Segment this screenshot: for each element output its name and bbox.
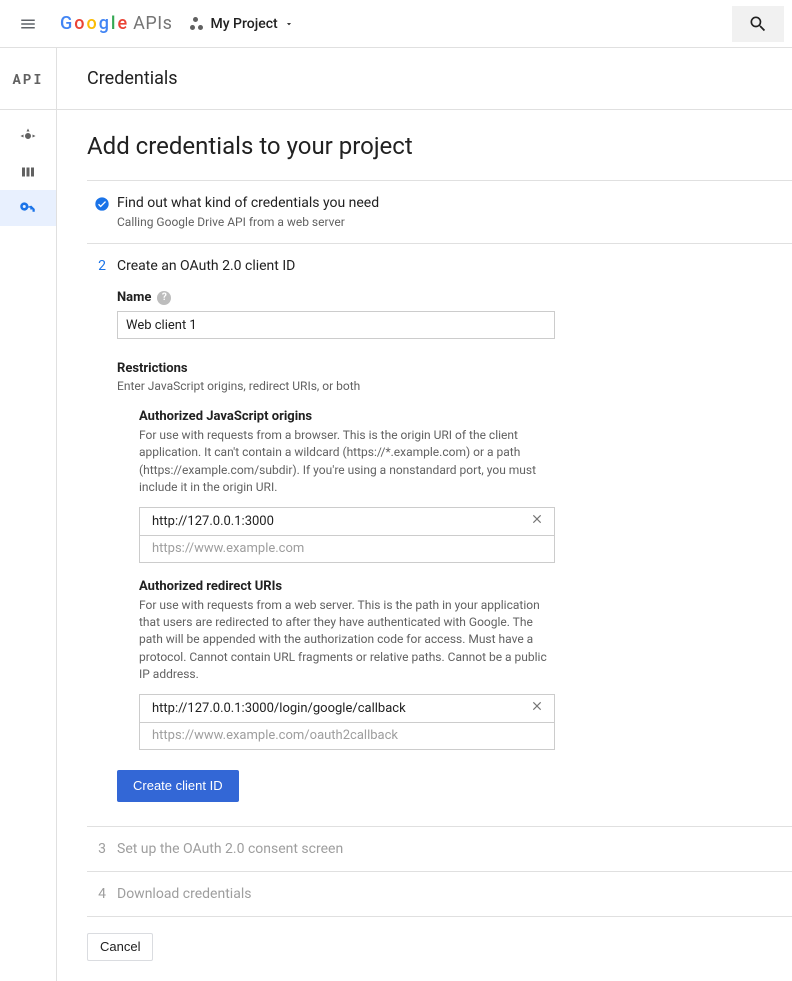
js-origin-value: http://127.0.0.1:3000 xyxy=(152,514,526,529)
name-label: Name ? xyxy=(117,290,772,305)
sidebar-item-dashboard[interactable] xyxy=(0,118,56,154)
step-4-title: Download credentials xyxy=(117,886,251,902)
step-2: 2 Create an OAuth 2.0 client ID Name ? R… xyxy=(87,244,792,826)
step-2-title: Create an OAuth 2.0 client ID xyxy=(117,258,772,274)
project-icon xyxy=(190,17,204,31)
restrictions-sub: Enter JavaScript origins, redirect URIs,… xyxy=(117,379,772,393)
check-circle-icon xyxy=(94,196,110,212)
project-name: My Project xyxy=(210,16,277,32)
create-client-id-button[interactable]: Create client ID xyxy=(117,770,239,802)
project-selector[interactable]: My Project xyxy=(190,16,293,32)
step-1-sub: Calling Google Drive API from a web serv… xyxy=(117,215,772,229)
step-2-num: 2 xyxy=(87,258,117,274)
step-4-num: 4 xyxy=(87,886,117,902)
step-1-check xyxy=(87,195,117,212)
dashboard-icon xyxy=(19,127,37,145)
remove-js-origin-button[interactable] xyxy=(526,508,548,534)
redirect-uri-row: http://127.0.0.1:3000/login/google/callb… xyxy=(139,694,555,722)
library-icon xyxy=(19,163,37,181)
close-icon xyxy=(530,512,544,526)
js-origins-desc: For use with requests from a browser. Th… xyxy=(139,427,559,497)
js-origins-title: Authorized JavaScript origins xyxy=(139,409,772,424)
search-icon xyxy=(748,14,768,34)
step-3-title: Set up the OAuth 2.0 consent screen xyxy=(117,841,343,857)
key-icon xyxy=(19,199,37,217)
topbar: Google APIs My Project xyxy=(0,0,792,48)
redirect-uris-title: Authorized redirect URIs xyxy=(139,579,772,594)
hamburger-icon xyxy=(19,15,37,33)
page-title: Add credentials to your project xyxy=(87,132,792,160)
search-button[interactable] xyxy=(732,6,784,42)
step-3[interactable]: 3 Set up the OAuth 2.0 consent screen xyxy=(87,827,792,872)
step-3-num: 3 xyxy=(87,841,117,857)
sidebar: API xyxy=(0,48,57,981)
step-1-title: Find out what kind of credentials you ne… xyxy=(117,195,772,211)
help-icon[interactable]: ? xyxy=(157,291,171,305)
redirect-uri-value: http://127.0.0.1:3000/login/google/callb… xyxy=(152,701,526,716)
redirect-uris-section: Authorized redirect URIs For use with re… xyxy=(117,579,772,750)
remove-redirect-uri-button[interactable] xyxy=(526,695,548,721)
chevron-down-icon xyxy=(284,19,294,29)
main-content: Credentials Add credentials to your proj… xyxy=(57,48,792,981)
js-origins-section: Authorized JavaScript origins For use wi… xyxy=(117,409,772,563)
close-icon xyxy=(530,699,544,713)
js-origin-input[interactable] xyxy=(139,535,555,563)
sidebar-item-credentials[interactable] xyxy=(0,190,56,226)
restrictions-title: Restrictions xyxy=(117,361,772,376)
redirect-uris-desc: For use with requests from a web server.… xyxy=(139,597,559,684)
cancel-button[interactable]: Cancel xyxy=(87,933,153,961)
hamburger-menu-button[interactable] xyxy=(8,4,48,44)
redirect-uri-input[interactable] xyxy=(139,722,555,750)
sidebar-item-library[interactable] xyxy=(0,154,56,190)
js-origin-row: http://127.0.0.1:3000 xyxy=(139,507,555,535)
google-apis-logo[interactable]: Google APIs xyxy=(60,13,172,34)
sidebar-brand[interactable]: API xyxy=(0,48,56,110)
page-header: Credentials xyxy=(57,48,792,110)
step-1: Find out what kind of credentials you ne… xyxy=(87,181,792,244)
logo-apis-text: APIs xyxy=(133,13,172,34)
client-name-input[interactable] xyxy=(117,311,555,339)
step-4[interactable]: 4 Download credentials xyxy=(87,872,792,916)
